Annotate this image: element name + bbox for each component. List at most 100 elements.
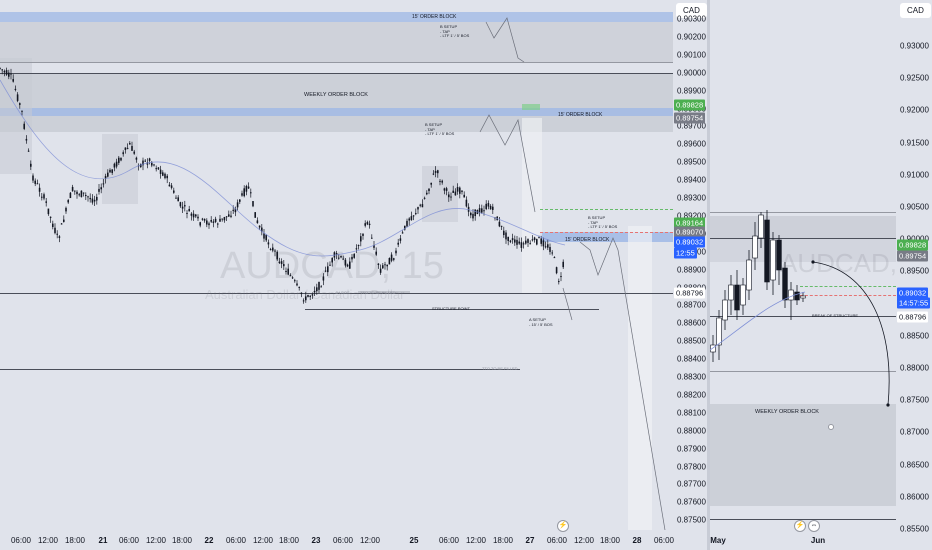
left-candle-body [419,204,421,206]
left-price-tick: 0.88700 [677,300,706,310]
left-candle-body [544,246,547,248]
left-candle-body [162,172,164,176]
right-price-tick: 0.87000 [900,427,929,437]
right-chart-pane[interactable]: AUDCAD, 1D WEEKLY ORDER BLOCK BREAK OF S… [710,0,932,550]
right-info-dot [828,424,834,430]
left-candle-body [415,213,417,215]
left-candle-body [417,207,419,210]
left-candle-body [96,196,98,201]
tag-plain: 0.88796 [674,287,706,299]
left-candle-body [120,157,122,161]
left-candle-body [318,282,320,290]
left-candle-body [10,73,12,75]
weekly-ob-label: WEEKLY ORDER BLOCK [304,92,368,98]
left-candle-body [113,163,116,168]
left-candle-body [445,188,448,191]
left-candle-body [322,276,325,281]
left-candle-body [388,258,391,265]
left-candle-body [236,202,239,208]
left-moving-average [0,79,566,257]
left-candle-body [331,257,333,263]
left-time-axis[interactable]: 06:00 12:00 18:00 21 06:00 12:00 18:00 22 06:00 1… [0,530,674,550]
left-time-tick: 22 [204,536,214,545]
left-candle-body [173,190,175,193]
right-tag-plain: 0.88796 [897,311,929,323]
left-candle-body [291,277,294,279]
left-candle-body [371,237,373,239]
right-tag-green: 0.89828 [897,239,929,251]
left-candle-body [507,236,509,241]
left-candle-body [85,195,87,197]
right-arc-start [811,260,815,264]
projection-path-3 [579,237,666,530]
left-chart-plot-area[interactable]: AUDCAD, 15 Australian Dollar / Canadian … [0,0,673,532]
left-price-tick: 0.87700 [677,479,706,489]
left-candle-body [551,252,553,254]
left-candle-body [522,243,525,245]
right-price-tick: 0.86000 [900,492,929,502]
left-chart-pane[interactable]: AUDCAD, 15 Australian Dollar / Canadian … [0,0,707,550]
left-time-tick: 12:00 [145,536,167,545]
left-candle-body [254,212,256,218]
left-candle-body [406,220,408,227]
left-candle-body [179,202,182,207]
left-candle-body [247,186,250,189]
left-time-tick: 25 [409,536,419,545]
left-candle-body [36,183,39,185]
ob15-mid-label: 15' ORDER BLOCK [558,112,603,118]
left-candle-body [531,239,534,241]
right-candle-body [728,284,734,301]
right-price-tick: 0.92500 [900,73,929,83]
left-candle-body [239,199,241,202]
right-price-tick: 0.88500 [900,331,929,341]
left-candle-body [549,246,551,252]
left-candle-body [38,187,41,192]
right-time-tick: Jun [810,536,826,545]
left-candle-body [102,183,105,185]
left-candle-body [316,287,318,292]
left-candle-body [151,162,153,166]
left-candle-body [186,212,188,214]
right-price-axis[interactable]: CAD 0.93000 0.92500 0.92000 0.91500 0.91000 0… [896,0,932,534]
left-candle-body [485,203,487,210]
left-candle-body [481,208,483,213]
right-currency-button[interactable]: CAD [900,3,931,18]
right-chart-plot-area[interactable]: AUDCAD, 1D WEEKLY ORDER BLOCK BREAK OF S… [710,0,932,532]
left-candle-body [192,213,195,218]
left-candle-body [129,143,131,145]
right-candle-body [764,219,770,283]
left-candle-body [263,233,265,239]
left-candle-body [366,222,369,225]
left-candle-body [250,192,252,194]
left-candle-body [558,281,560,283]
left-candle-body [272,247,274,251]
left-candle-body [412,215,415,217]
left-candle-body [329,264,331,266]
right-price-tick: 0.87500 [900,395,929,405]
left-candle-body [223,217,226,221]
left-candle-body [157,167,160,170]
left-candle-body [393,258,395,260]
left-candle-body [287,268,289,275]
right-price-tick: 0.91500 [900,138,929,148]
left-candle-body [555,267,558,274]
left-price-axis[interactable]: CAD 0.90300 0.90200 0.90100 0.90000 0.89900 0… [673,0,707,530]
right-candle-body [788,289,794,301]
left-candle-body [327,266,329,273]
left-candle-body [49,216,52,218]
left-candle-body [377,263,380,265]
left-price-tick: 0.88200 [677,390,706,400]
left-candle-body [443,188,446,191]
left-candle-body [170,185,173,188]
left-candle-body [465,199,468,207]
left-price-tick: 0.89300 [677,193,706,203]
right-time-axis[interactable]: May Jun [710,530,896,550]
bos-low-label: 4H BOS [335,290,350,295]
left-candle-body [126,147,129,149]
left-candle-body [133,151,135,154]
left-candle-body [397,242,399,245]
left-candle-body [54,227,56,234]
left-candle-body [122,152,124,155]
left-candle-body [3,70,6,73]
left-candle-body [184,205,186,207]
